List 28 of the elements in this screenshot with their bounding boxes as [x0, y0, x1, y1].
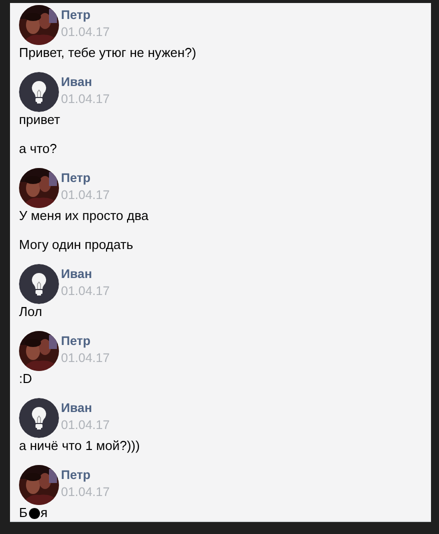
message-date: 01.04.17 [61, 351, 110, 365]
bulb-icon [19, 72, 59, 112]
message-text: я [40, 505, 48, 521]
author-name[interactable]: Иван [61, 75, 110, 89]
author-name[interactable]: Петр [61, 334, 110, 348]
message-text: Б [19, 505, 28, 521]
redaction-mark [28, 508, 40, 518]
message-text: У меня их просто два [19, 208, 150, 224]
author-name[interactable]: Петр [61, 468, 110, 482]
message-text: Лол [19, 304, 44, 320]
message-date: 01.04.17 [61, 188, 110, 202]
message-text: :D [19, 371, 33, 387]
message-text: а что? [19, 141, 58, 157]
message-text: привет [19, 112, 62, 128]
author-name[interactable]: Петр [61, 171, 110, 185]
author-name[interactable]: Петр [61, 8, 110, 22]
message-text: Привет, тебе утюг не нужен?) [19, 45, 198, 61]
author-name[interactable]: Иван [61, 401, 110, 415]
message-date: 01.04.17 [61, 92, 110, 106]
message-date: 01.04.17 [61, 284, 110, 298]
message-date: 01.04.17 [61, 485, 110, 499]
bulb-icon [19, 398, 59, 438]
message-date: 01.04.17 [61, 25, 110, 39]
bulb-icon [19, 264, 59, 304]
message-date: 01.04.17 [61, 418, 110, 432]
author-name[interactable]: Иван [61, 267, 110, 281]
message-text: а ничё что 1 мой?))) [19, 438, 141, 454]
message-text: Могу один продать [19, 237, 134, 253]
